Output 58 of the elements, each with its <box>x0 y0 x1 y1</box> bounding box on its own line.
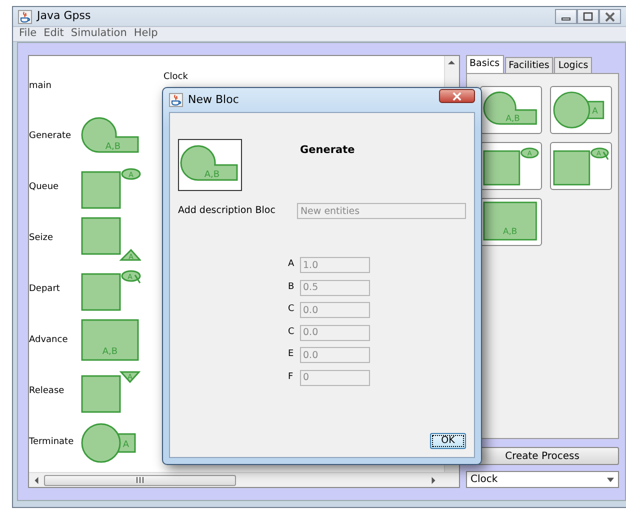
scroll-left-arrow-icon[interactable] <box>33 476 40 484</box>
dialog-title: New Bloc <box>188 92 239 108</box>
block-name: Generate <box>29 130 72 143</box>
scroll-thumb[interactable] <box>44 474 236 486</box>
ok-button[interactable]: OK <box>430 433 466 449</box>
block-type-heading: Generate <box>300 143 355 158</box>
block-symbol-drawing <box>81 370 141 412</box>
menu-item[interactable]: Help <box>134 26 158 42</box>
menu-item[interactable]: Simulation <box>70 26 127 42</box>
parameter-label: A <box>288 258 296 272</box>
dropdown-caret-icon[interactable] <box>607 476 614 483</box>
process-dropdown[interactable]: Clock <box>466 471 619 488</box>
block-label: A,B <box>102 346 118 356</box>
block-name: Queue <box>29 180 60 194</box>
palette-block-button[interactable]: A,B <box>480 86 542 134</box>
block-symbol-drawing <box>81 216 141 260</box>
description-label: Add description Bloc <box>178 204 276 218</box>
block-name: Release <box>29 384 66 398</box>
block-name: Depart <box>29 282 61 296</box>
block-name: Terminate <box>29 436 75 449</box>
block-name: Seize <box>29 232 54 245</box>
block-symbol-drawing <box>81 168 141 208</box>
palette-block-button[interactable]: A,B <box>480 198 542 246</box>
palette-tab[interactable]: Facilities <box>504 57 554 73</box>
process-label: main <box>29 80 52 93</box>
minimize-button[interactable] <box>555 9 577 24</box>
close-icon <box>452 92 462 100</box>
coffee-cup-icon <box>18 10 32 24</box>
parameter-label: F <box>288 370 294 384</box>
close-button[interactable] <box>599 9 621 24</box>
palette-block-button[interactable]: A <box>550 86 612 134</box>
menu-item[interactable]: Edit <box>44 26 64 42</box>
block-name: Advance <box>29 334 69 347</box>
menu-item[interactable]: File <box>19 26 37 42</box>
parameter-label: C <box>288 303 296 316</box>
clock-label: Clock <box>164 71 188 84</box>
block-label: A <box>122 440 130 450</box>
parameter-label: B <box>288 280 296 294</box>
grip-icon <box>136 477 144 483</box>
close-button[interactable] <box>439 89 475 103</box>
palette-tab[interactable]: Logics <box>554 57 592 73</box>
block-symbol-drawing <box>81 116 139 152</box>
coffee-cup-icon <box>169 93 183 107</box>
maximize-icon <box>583 12 593 22</box>
block-preview: A,B <box>178 139 242 191</box>
parameter-label: C <box>288 326 296 339</box>
block-label: A,B <box>105 142 121 152</box>
parameter-label: E <box>288 348 295 362</box>
close-icon <box>605 12 615 22</box>
maximize-button[interactable] <box>577 9 599 24</box>
horizontal-scrollbar[interactable] <box>29 472 459 487</box>
scroll-up-arrow-icon[interactable] <box>448 59 456 66</box>
window-title: Java Gpss <box>37 8 91 24</box>
block-symbol-drawing <box>81 422 136 462</box>
block-symbol-drawing <box>81 270 141 310</box>
scroll-right-arrow-icon[interactable] <box>430 476 437 484</box>
palette-tab[interactable]: Basics <box>466 55 504 73</box>
block-symbol-drawing <box>81 318 139 360</box>
